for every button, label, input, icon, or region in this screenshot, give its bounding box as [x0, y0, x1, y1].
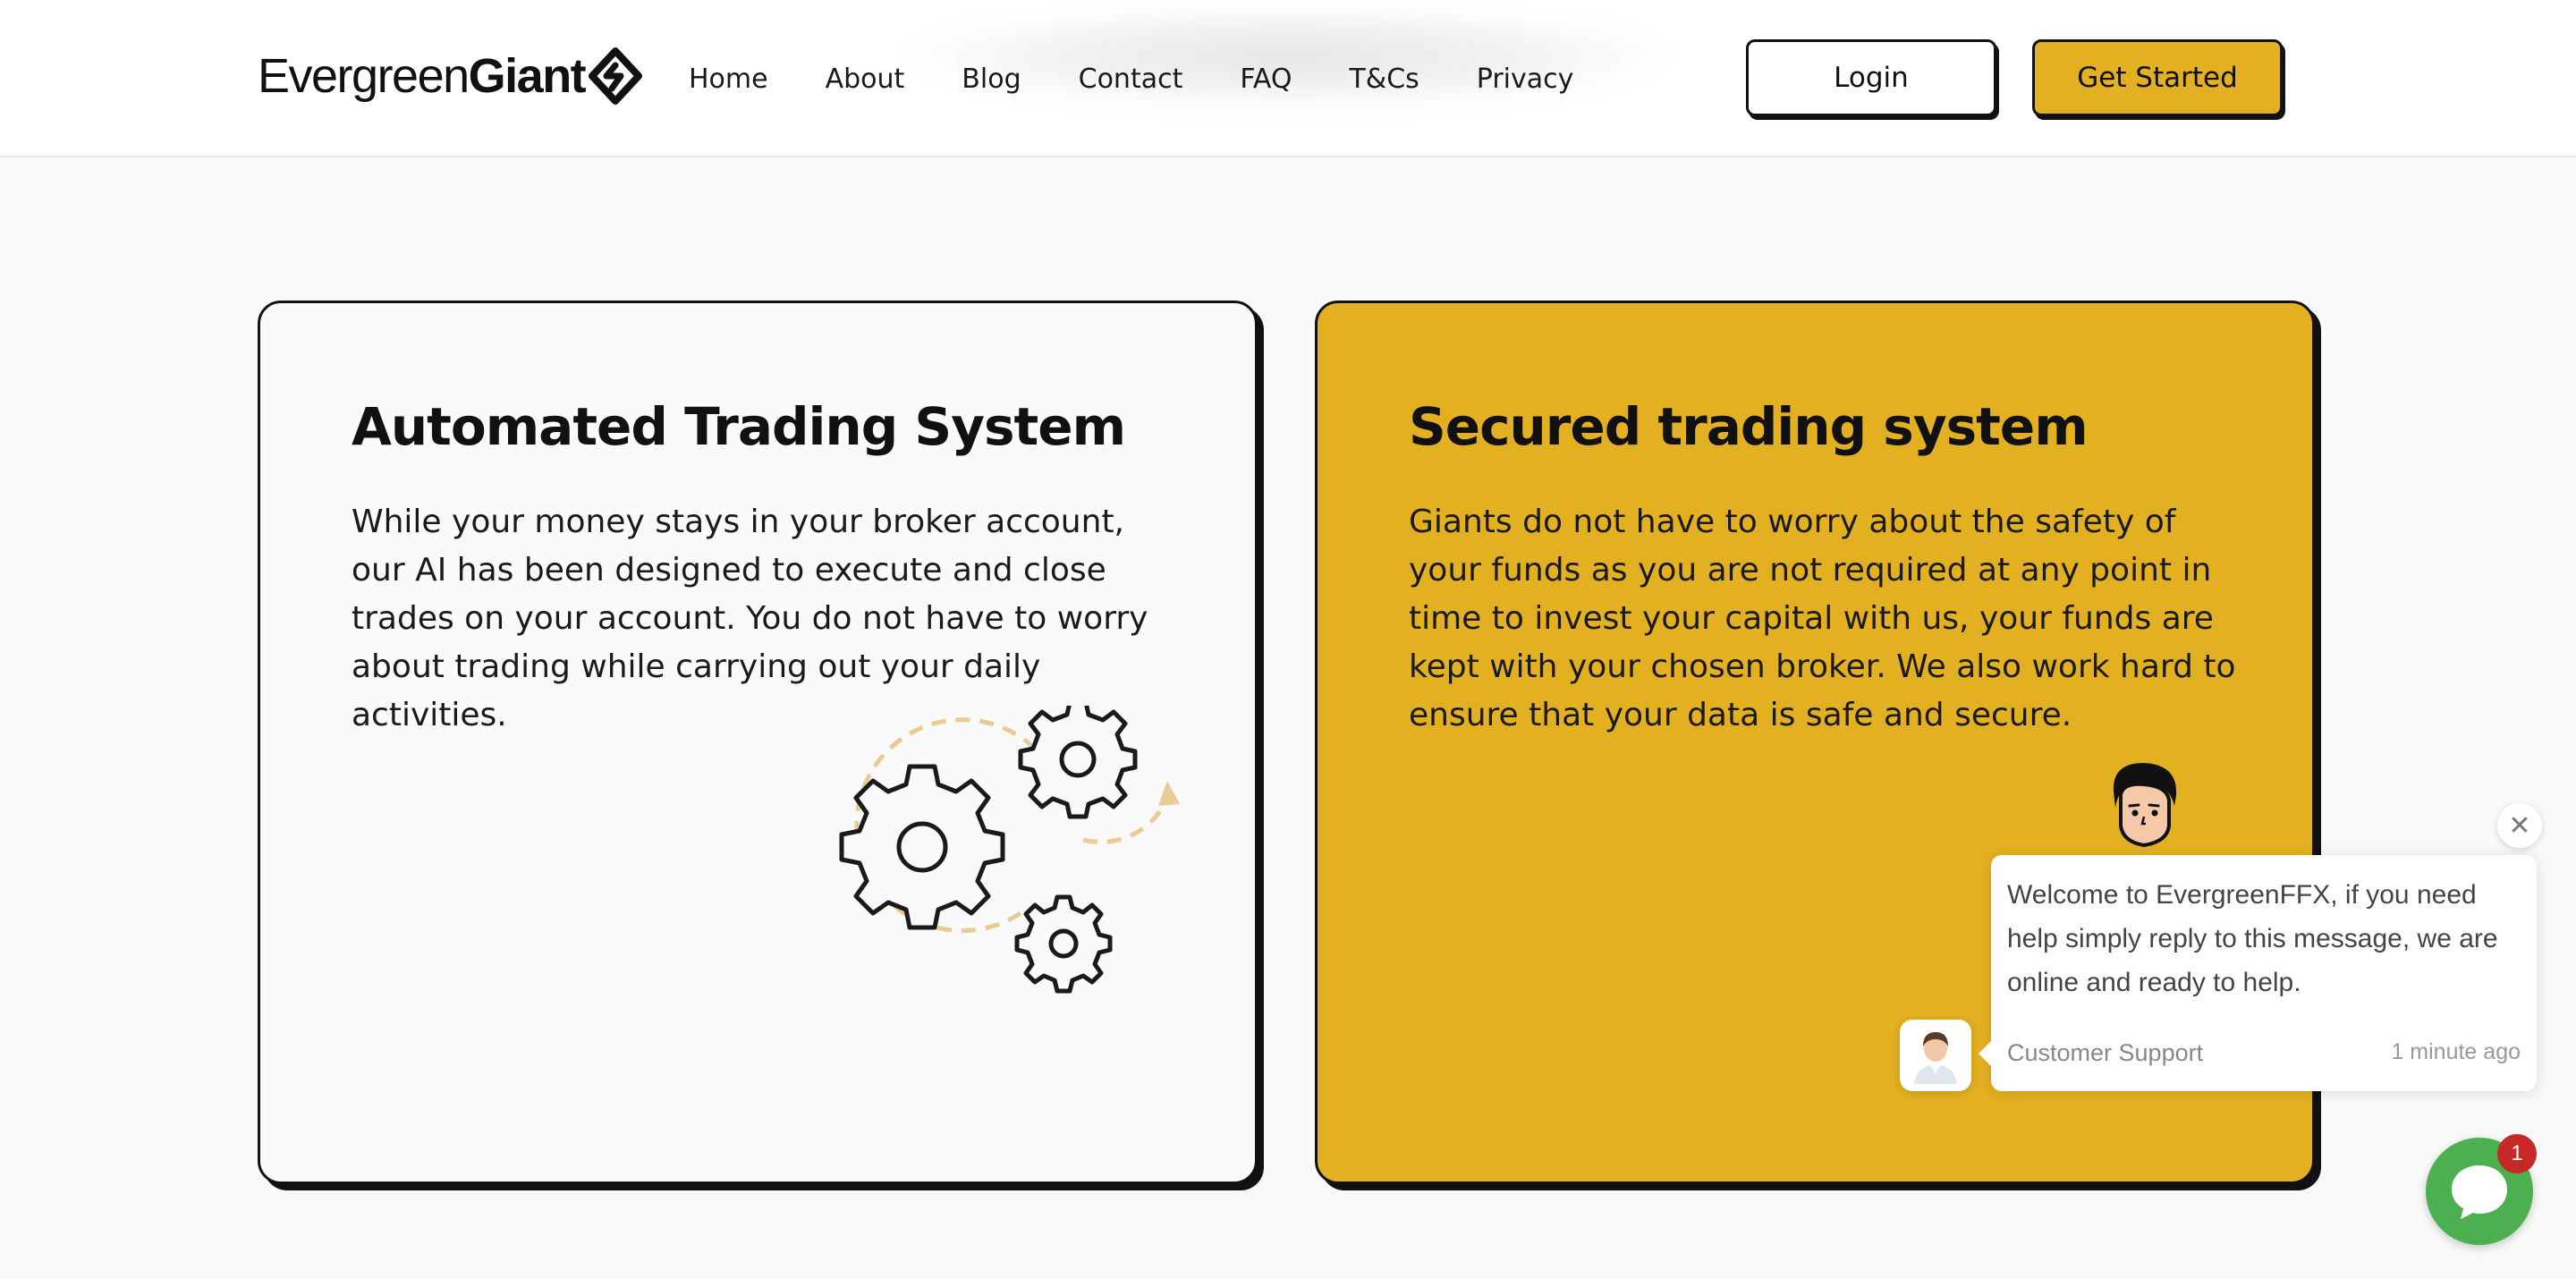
- nav-blog[interactable]: Blog: [962, 64, 1021, 95]
- logo-text: EvergreenGiant: [258, 48, 587, 104]
- logo-text-regular: Evergreen: [258, 49, 470, 103]
- main-nav: Home About Blog Contact FAQ T&Cs Privacy: [689, 54, 1573, 104]
- card-title: Automated Trading System: [352, 396, 1126, 457]
- support-agent-icon: [1914, 1032, 1957, 1084]
- gears-icon: [839, 706, 1180, 994]
- card-body: Giants do not have to worry about the sa…: [1409, 504, 2236, 733]
- logo-mark-icon: [589, 47, 643, 105]
- logo-text-bold: Giant: [468, 49, 587, 103]
- nav-tcs[interactable]: T&Cs: [1349, 64, 1419, 95]
- nav-contact[interactable]: Contact: [1079, 64, 1183, 95]
- nav-about[interactable]: About: [826, 64, 905, 95]
- chat-timestamp: 1 minute ago: [2391, 1039, 2521, 1064]
- chat-bubble-icon: [2452, 1165, 2507, 1219]
- card-body: While your money stays in your broker ac…: [352, 504, 1148, 733]
- unread-badge: 1: [2497, 1134, 2537, 1173]
- feature-card-automated: Automated Trading System While your mone…: [258, 301, 1258, 1184]
- login-button[interactable]: Login: [1746, 39, 1996, 116]
- nav-faq[interactable]: FAQ: [1240, 64, 1292, 95]
- card-title: Secured trading system: [1409, 396, 2089, 457]
- nav-home[interactable]: Home: [689, 64, 768, 95]
- character-icon: [2113, 763, 2177, 848]
- site-logo[interactable]: EvergreenGiant: [258, 45, 643, 107]
- site-header: EvergreenGiant Home About Blog Contact F…: [0, 0, 2576, 157]
- chat-close-icon[interactable]: ✕: [2497, 803, 2542, 848]
- nav-privacy[interactable]: Privacy: [1477, 64, 1574, 95]
- support-avatar: [1900, 1020, 1971, 1091]
- chat-author: Customer Support: [2007, 1039, 2204, 1066]
- chat-message-bubble[interactable]: Welcome to EvergreenFFX, if you need hel…: [1979, 855, 2537, 1091]
- get-started-button[interactable]: Get Started: [2032, 39, 2283, 116]
- chat-message-text: Welcome to EvergreenFFX, if you need hel…: [2007, 880, 2498, 997]
